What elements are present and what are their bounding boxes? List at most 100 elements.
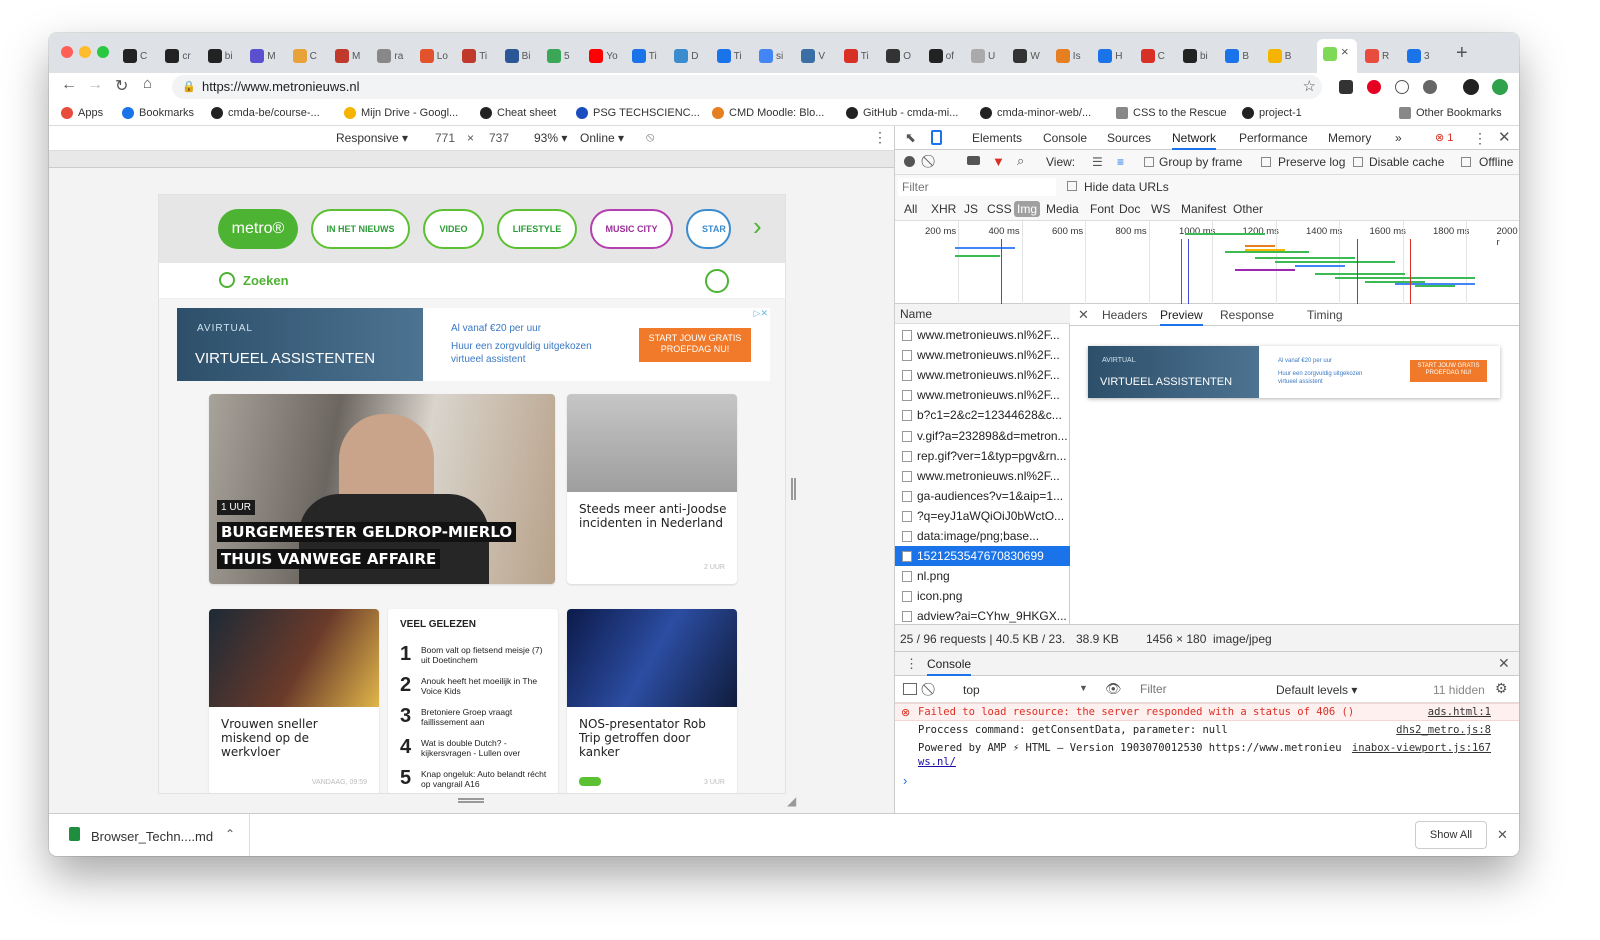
bookmark-item[interactable]: Mijn Drive - Googl... [344,107,458,119]
eye-icon[interactable]: 👁 [1105,681,1122,697]
browser-tab[interactable]: 5 [547,43,570,69]
bookmark-item[interactable]: CMD Moodle: Blo... [712,107,824,119]
type-filter-manifest[interactable]: Manifest [1178,201,1229,217]
pinterest-icon[interactable] [1367,80,1381,94]
nav-star[interactable]: STAR [686,209,731,249]
browser-tab[interactable]: si [759,43,783,69]
close-detail-icon[interactable]: ✕ [1078,307,1089,323]
request-row[interactable]: icon.png [895,586,1070,606]
browser-tab[interactable]: of [928,43,954,69]
resize-handle-right[interactable] [791,478,796,500]
article-card[interactable]: Steeds meer anti-Joodse incidenten in Ne… [567,394,737,584]
browser-tab[interactable]: ra [377,43,403,69]
filter-icon[interactable]: ▼ [992,154,1005,169]
request-row[interactable]: www.metronieuws.nl%2F... [895,385,1070,405]
bookmark-item[interactable]: cmda-minor-web/... [980,107,1091,119]
browser-tab[interactable]: W [1013,43,1040,69]
request-row[interactable]: 1521253547670830699 [895,546,1070,567]
context-select[interactable]: top [963,683,980,697]
browser-tab[interactable]: H [1098,43,1122,69]
request-row[interactable]: www.metronieuws.nl%2F... [895,365,1070,385]
browser-tab[interactable]: U [971,43,995,69]
popular-item[interactable]: 2 Anouk heeft het moeilijk in The Voice K… [400,674,550,702]
request-row[interactable]: www.metronieuws.nl%2F... [895,466,1070,486]
chevron-up-icon[interactable]: ⌃ [225,827,235,841]
user-icon[interactable] [705,269,729,293]
new-tab-button[interactable]: + [1456,42,1468,65]
avatar[interactable] [1463,79,1479,95]
gear-icon[interactable]: ⚙ [1495,680,1508,697]
browser-tab[interactable]: Ti [631,43,657,69]
browser-tab[interactable]: M [335,43,360,69]
browser-tab[interactable]: 3 [1407,43,1430,69]
detail-tab-response[interactable]: Response [1220,308,1274,322]
show-all-button[interactable]: Show All [1415,821,1487,849]
popular-item[interactable]: 3 Bretoniere Groep vraagt faillissement a… [400,705,550,733]
bookmark-item[interactable]: Bookmarks [122,107,194,119]
console-prompt[interactable]: › [903,773,907,788]
type-filter-css[interactable]: CSS [984,201,1015,217]
bookmark-item[interactable]: Apps [61,107,103,119]
devtools-tab-memory[interactable]: Memory [1328,131,1371,145]
eye-icon[interactable] [1423,80,1437,94]
request-row[interactable]: ?q=eyJ1aWQiOiJ0bWctO... [895,506,1070,526]
close-window-button[interactable] [61,46,73,58]
home-icon[interactable]: ⌂ [143,75,152,92]
devtools-more-tabs[interactable]: » [1395,131,1402,145]
zoom-window-button[interactable] [97,46,109,58]
type-filter-font[interactable]: Font [1087,201,1117,217]
browser-tab[interactable]: C [292,43,317,69]
detail-tab-headers[interactable]: Headers [1102,308,1147,322]
bookmark-star-icon[interactable]: ☆ [1303,75,1316,99]
more-options-icon[interactable]: ⋮ [1473,130,1487,147]
log-levels-select[interactable]: Default levels ▾ [1276,683,1357,697]
ad-close-icon[interactable]: ▷✕ [754,308,768,319]
browser-tab[interactable]: Ti [462,43,487,69]
height-input[interactable]: 737 [489,131,509,145]
browser-tab[interactable]: Lo [419,43,448,69]
request-row[interactable]: www.metronieuws.nl%2F... [895,325,1070,345]
devtools-tab-elements[interactable]: Elements [972,131,1022,145]
extension-icon[interactable] [1339,80,1353,94]
rotate-icon[interactable]: ⦸ [646,129,654,145]
resize-handle-bottom[interactable] [458,798,484,803]
waterfall-view-icon[interactable]: ≡ [1117,155,1124,169]
browser-tab[interactable]: bi [207,43,233,69]
request-row[interactable]: www.metronieuws.nl%2F... [895,345,1070,365]
hero-article[interactable]: 1 UUR BURGEMEESTER GELDROP-MIERLO THUIS … [209,394,555,584]
preserve-log-checkbox[interactable] [1261,157,1271,167]
nav-in-het-nieuws[interactable]: IN HET NIEUWS [311,209,410,249]
throttle-select[interactable]: Online ▾ [580,131,624,145]
type-filter-img[interactable]: Img [1014,201,1041,217]
console-link[interactable]: ws.nl/ [918,756,956,768]
bookmark-item[interactable]: cmda-be/course-... [211,107,320,119]
minimize-window-button[interactable] [79,46,91,58]
inspect-icon[interactable]: ⬉ [905,130,916,146]
extension-icon[interactable] [1395,80,1409,94]
devtools-tab-console[interactable]: Console [1043,131,1087,145]
address-bar[interactable]: 🔒 https://www.metronieuws.nl ☆ [172,75,1322,99]
device-mode-select[interactable]: Responsive ▾ [336,131,408,145]
browser-tab[interactable]: V [801,43,825,69]
popular-item[interactable]: 4 Wat is double Dutch? - kijkersvragen - … [400,736,550,764]
drawer-menu-icon[interactable]: ⋮ [905,656,918,672]
type-filter-xhr[interactable]: XHR [928,201,959,217]
browser-tab[interactable]: Ti [843,43,869,69]
more-options-icon[interactable]: ⋮ [873,129,887,146]
width-input[interactable]: 771 [435,131,455,145]
request-row[interactable]: rep.gif?ver=1&typ=pgv&rn... [895,446,1070,466]
close-tab-icon[interactable]: × [1341,44,1349,59]
browser-tab[interactable]: cr [165,43,191,69]
browser-tab[interactable]: M [250,43,276,69]
detail-tab-preview[interactable]: Preview [1160,308,1203,326]
search-link[interactable]: Zoeken [243,273,289,288]
forward-arrow-icon[interactable]: → [87,76,103,94]
sidebar-toggle-icon[interactable] [903,683,917,695]
browser-tab[interactable]: bi [1183,43,1208,69]
browser-tab[interactable]: Bi [504,43,531,69]
resize-corner-icon[interactable]: ◢ [787,794,796,808]
camera-icon[interactable] [967,156,980,165]
devtools-tab-performance[interactable]: Performance [1239,131,1308,145]
browser-tab[interactable]: B [1267,43,1291,69]
browser-tab[interactable]: O [886,43,911,69]
